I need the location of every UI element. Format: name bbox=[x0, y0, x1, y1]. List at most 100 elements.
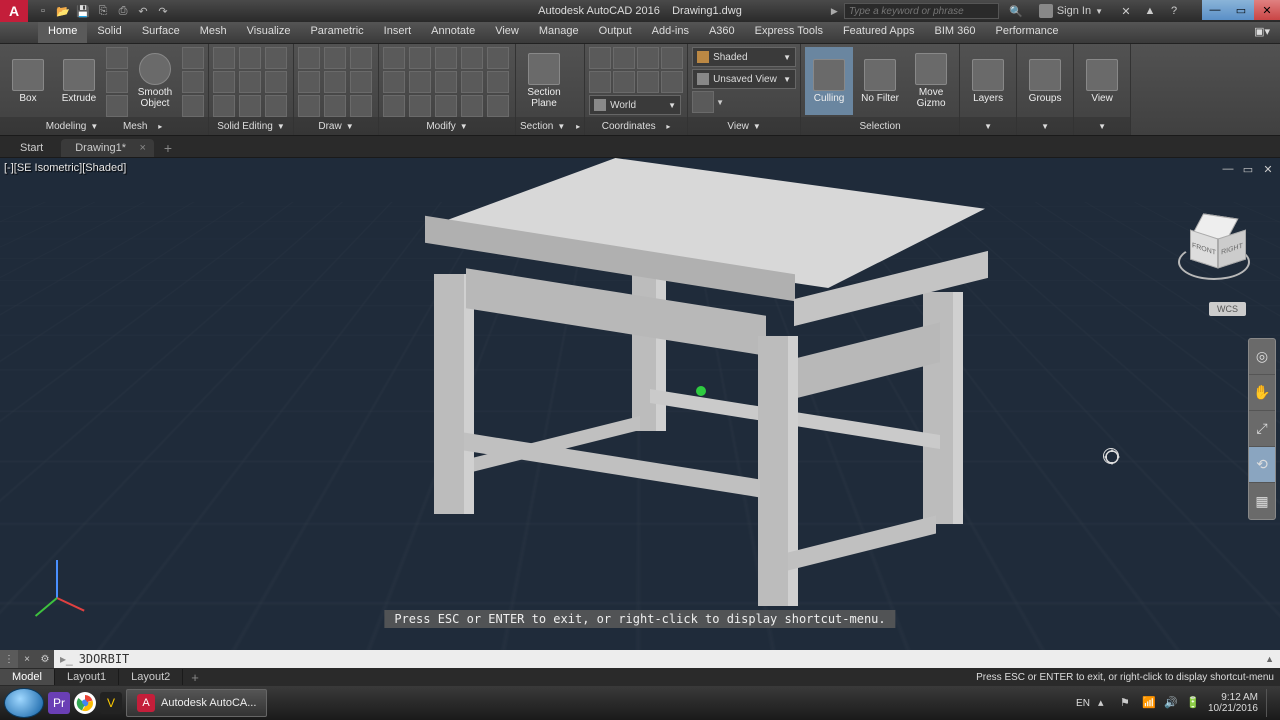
cmdline-customize-icon[interactable]: ⚙ bbox=[36, 650, 54, 668]
fillet2-icon[interactable] bbox=[435, 71, 457, 93]
trim-icon[interactable] bbox=[435, 47, 457, 69]
close-tab-icon[interactable]: × bbox=[140, 142, 146, 154]
tab-layout1[interactable]: Layout1 bbox=[55, 669, 119, 685]
tray-network-icon[interactable]: 📶 bbox=[1142, 696, 1156, 710]
qat-undo-icon[interactable]: ↶ bbox=[134, 2, 152, 20]
visual-style-combo[interactable]: Shaded▼ bbox=[692, 47, 796, 67]
vp-minimize-icon[interactable]: — bbox=[1220, 162, 1236, 176]
minimize-button[interactable]: — bbox=[1202, 0, 1228, 20]
tab-manage[interactable]: Manage bbox=[529, 22, 589, 43]
revolve-icon[interactable] bbox=[106, 71, 128, 93]
no-filter-button[interactable]: No Filter bbox=[856, 47, 904, 115]
show-desktop-button[interactable] bbox=[1266, 689, 1274, 717]
line-icon[interactable] bbox=[298, 47, 320, 69]
ucs-icon-6[interactable] bbox=[613, 71, 635, 93]
tray-volume-icon[interactable]: 🔊 bbox=[1164, 696, 1178, 710]
filetab-drawing1[interactable]: Drawing1*× bbox=[61, 139, 154, 157]
array-icon[interactable] bbox=[487, 47, 509, 69]
ellipse-icon[interactable] bbox=[350, 71, 372, 93]
filetab-start[interactable]: Start bbox=[6, 139, 57, 157]
panel-label-mesh[interactable]: Mesh bbox=[123, 121, 147, 132]
search-input[interactable] bbox=[844, 3, 999, 19]
taskbar-chrome-icon[interactable] bbox=[74, 692, 96, 714]
polyline-icon[interactable] bbox=[324, 47, 346, 69]
saved-view-combo[interactable]: Unsaved View▼ bbox=[692, 69, 796, 89]
tab-output[interactable]: Output bbox=[589, 22, 642, 43]
tab-featured[interactable]: Featured Apps bbox=[833, 22, 925, 43]
panel-label-draw[interactable]: Draw bbox=[318, 121, 341, 132]
tab-home[interactable]: Home bbox=[38, 22, 87, 43]
offset-icon[interactable] bbox=[239, 95, 261, 117]
view2-dropdown-icon[interactable]: ▼ bbox=[1098, 122, 1106, 131]
start-button[interactable] bbox=[4, 688, 44, 718]
cmdline-handle-icon[interactable]: ⋮ bbox=[0, 650, 18, 668]
panel-label-coords[interactable]: Coordinates bbox=[602, 121, 656, 132]
exchange-icon[interactable]: ✕ bbox=[1115, 2, 1137, 20]
stretch-icon[interactable] bbox=[461, 71, 483, 93]
mesh-icon-2[interactable] bbox=[182, 71, 204, 93]
extrude-button[interactable]: Extrude bbox=[55, 47, 103, 115]
box-button[interactable]: Box bbox=[4, 47, 52, 115]
union-icon[interactable] bbox=[213, 47, 235, 69]
thicken-icon[interactable] bbox=[239, 71, 261, 93]
section-plane-button[interactable]: Section Plane bbox=[520, 47, 568, 115]
spline-icon[interactable] bbox=[324, 95, 346, 117]
hatch-icon[interactable] bbox=[350, 95, 372, 117]
tray-flag-icon[interactable]: ⚑ bbox=[1120, 696, 1134, 710]
offset2-icon[interactable] bbox=[409, 95, 431, 117]
nav-showmotion-icon[interactable]: ▦ bbox=[1249, 483, 1275, 519]
layers-button[interactable]: Layers bbox=[964, 47, 1012, 115]
align-icon[interactable] bbox=[435, 95, 457, 117]
tab-surface[interactable]: Surface bbox=[132, 22, 190, 43]
tab-visualize[interactable]: Visualize bbox=[237, 22, 301, 43]
nav-pan-icon[interactable]: ✋ bbox=[1249, 375, 1275, 411]
tab-annotate[interactable]: Annotate bbox=[421, 22, 485, 43]
3d-model-table[interactable] bbox=[370, 158, 1010, 638]
polygon-icon[interactable] bbox=[298, 95, 320, 117]
tab-mesh[interactable]: Mesh bbox=[190, 22, 237, 43]
fillet-icon[interactable] bbox=[265, 95, 287, 117]
rotate-icon[interactable] bbox=[409, 47, 431, 69]
maximize-button[interactable]: ▭ bbox=[1228, 0, 1254, 20]
erase-icon[interactable] bbox=[383, 95, 405, 117]
circle-icon[interactable] bbox=[298, 71, 320, 93]
groups-dropdown-icon[interactable]: ▼ bbox=[1041, 122, 1049, 131]
ucs-icon-2[interactable] bbox=[613, 47, 635, 69]
qat-saveas-icon[interactable]: ⎘ bbox=[94, 2, 112, 20]
explode-icon[interactable] bbox=[487, 71, 509, 93]
move-gizmo-button[interactable]: Move Gizmo bbox=[907, 47, 955, 115]
panel-label-section[interactable]: Section bbox=[520, 121, 553, 132]
loft-icon[interactable] bbox=[106, 95, 128, 117]
tray-clock[interactable]: 9:12 AM 10/21/2016 bbox=[1208, 692, 1258, 714]
tab-express[interactable]: Express Tools bbox=[745, 22, 833, 43]
polysolid-icon[interactable] bbox=[106, 47, 128, 69]
qat-new-icon[interactable]: ▫ bbox=[34, 2, 52, 20]
taskbar-premiere-icon[interactable]: Pr bbox=[48, 692, 70, 714]
panel-label-modify[interactable]: Modify bbox=[426, 121, 455, 132]
ucs-icon-3[interactable] bbox=[637, 47, 659, 69]
qat-print-icon[interactable]: ⎙ bbox=[114, 2, 132, 20]
ribbon-collapse-icon[interactable]: ▣▾ bbox=[1244, 22, 1280, 43]
mesh-icon-1[interactable] bbox=[182, 47, 204, 69]
subtract-icon[interactable] bbox=[239, 47, 261, 69]
command-history-icon[interactable]: ▲ bbox=[1265, 654, 1274, 664]
app-menu-button[interactable]: A bbox=[0, 0, 28, 22]
command-line[interactable]: ▸_ ▲ bbox=[54, 650, 1280, 668]
tab-solid[interactable]: Solid bbox=[87, 22, 131, 43]
viewport-label[interactable]: [-][SE Isometric][Shaded] bbox=[4, 162, 126, 174]
help-icon[interactable]: ? bbox=[1163, 2, 1185, 20]
arc-icon[interactable] bbox=[350, 47, 372, 69]
tray-lang[interactable]: EN bbox=[1076, 698, 1090, 709]
chamfer-icon[interactable] bbox=[461, 95, 483, 117]
chevron-right-icon[interactable]: ▶ bbox=[831, 6, 838, 17]
scale-icon[interactable] bbox=[461, 47, 483, 69]
vp-maximize-icon[interactable]: ▭ bbox=[1240, 162, 1256, 176]
rect-icon[interactable] bbox=[324, 71, 346, 93]
ucs-icon-1[interactable] bbox=[589, 47, 611, 69]
view-small-icon[interactable] bbox=[692, 91, 714, 113]
tab-bim360[interactable]: BIM 360 bbox=[925, 22, 986, 43]
nav-zoom-icon[interactable]: ⤢ bbox=[1249, 411, 1275, 447]
tab-parametric[interactable]: Parametric bbox=[300, 22, 373, 43]
layers-dropdown-icon[interactable]: ▼ bbox=[984, 122, 992, 131]
ucs-icon-7[interactable] bbox=[637, 71, 659, 93]
